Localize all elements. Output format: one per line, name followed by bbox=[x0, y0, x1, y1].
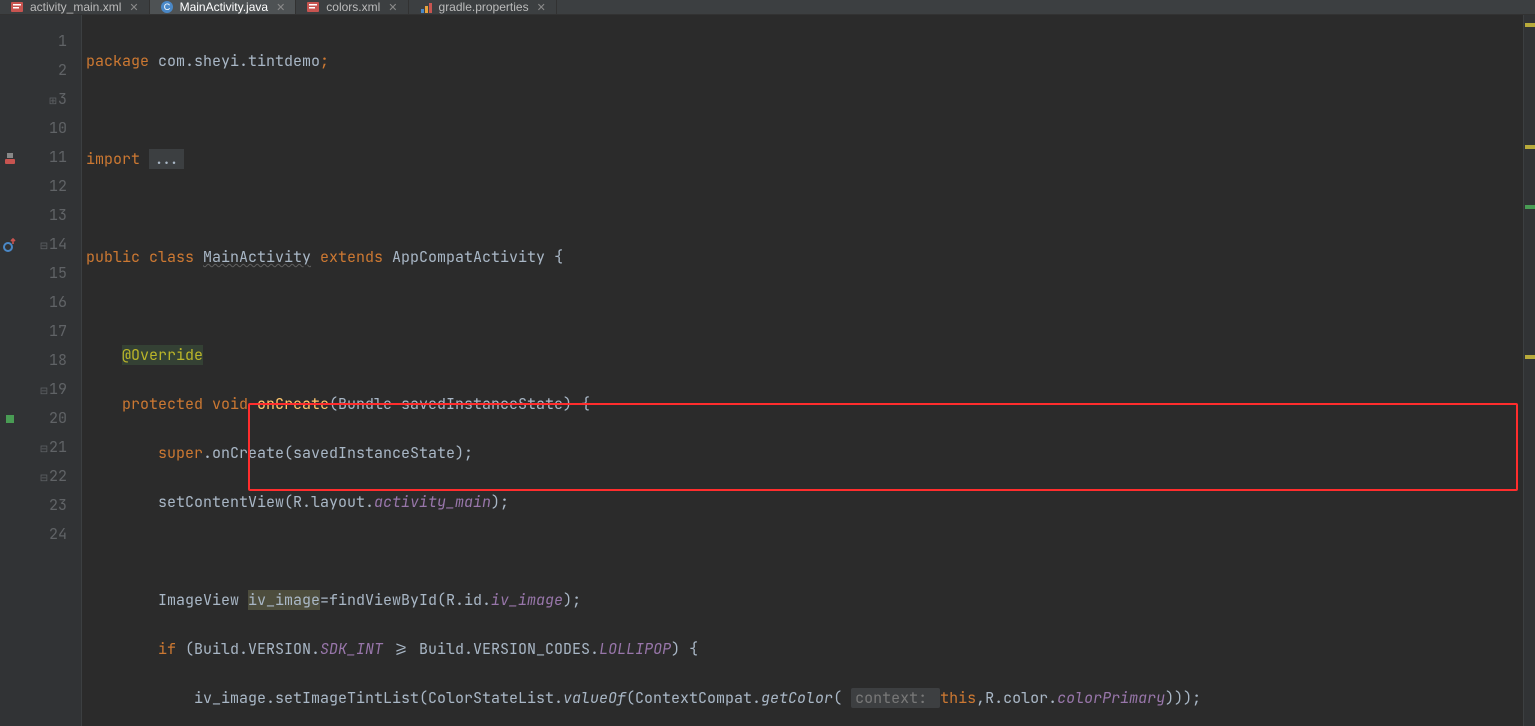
line-number: 20 bbox=[20, 404, 81, 433]
code-area[interactable]: package com.sheyi.tintdemo; import ... p… bbox=[82, 15, 1523, 726]
ide-window: activity_main.xml ✕ C MainActivity.java … bbox=[0, 0, 1535, 726]
fold-expand-icon[interactable]: ⊞ bbox=[48, 86, 58, 115]
close-icon[interactable]: ✕ bbox=[129, 1, 138, 14]
implements-icon[interactable] bbox=[0, 143, 20, 172]
line-number: ⊟21 bbox=[20, 433, 81, 462]
line-number: 10 bbox=[20, 114, 81, 143]
close-icon[interactable]: ✕ bbox=[388, 1, 397, 14]
xml-file-icon bbox=[10, 0, 24, 14]
close-icon[interactable]: ✕ bbox=[537, 1, 546, 14]
warning-marker[interactable] bbox=[1525, 355, 1535, 359]
code-line: setContentView(R.layout.activity_main); bbox=[86, 488, 1523, 517]
code-line: @Override bbox=[86, 341, 1523, 370]
warning-marker[interactable] bbox=[1525, 145, 1535, 149]
line-number: 12 bbox=[20, 172, 81, 201]
fold-end-icon[interactable]: ⊟ bbox=[39, 463, 49, 492]
tab-label: colors.xml bbox=[326, 0, 380, 14]
line-number: 23 bbox=[20, 491, 81, 520]
overview-ruler[interactable] bbox=[1523, 15, 1535, 726]
code-line: package com.sheyi.tintdemo; bbox=[86, 47, 1523, 76]
code-line: import ... bbox=[86, 145, 1523, 174]
line-number: 2 bbox=[20, 56, 81, 85]
line-number: 1 bbox=[20, 27, 81, 56]
line-number: 16 bbox=[20, 288, 81, 317]
inlay-hint: context: bbox=[851, 688, 940, 708]
gutter-glyphs bbox=[0, 15, 20, 726]
code-line: iv_image.setImageTintList(ColorStateList… bbox=[86, 684, 1523, 713]
code-line: protected void onCreate(Bundle savedInst… bbox=[86, 390, 1523, 419]
breakpoint-marker[interactable] bbox=[0, 404, 20, 433]
fold-collapse-icon[interactable]: ⊟ bbox=[39, 376, 49, 405]
code-line: super.onCreate(savedInstanceState); bbox=[86, 439, 1523, 468]
code-line: if (Build.VERSION.SDK_INT >= Build.VERSI… bbox=[86, 635, 1523, 664]
line-number: 17 bbox=[20, 317, 81, 346]
line-number: ⊟14 bbox=[20, 230, 81, 259]
line-number: 15 bbox=[20, 259, 81, 288]
code-line: public class MainActivity extends AppCom… bbox=[86, 243, 1523, 272]
code-line bbox=[86, 194, 1523, 223]
line-number: ⊟19 bbox=[20, 375, 81, 404]
line-number: 24 bbox=[20, 520, 81, 549]
tab-activity-main-xml[interactable]: activity_main.xml ✕ bbox=[0, 0, 150, 14]
java-class-icon: C bbox=[160, 0, 174, 14]
line-number: 13 bbox=[20, 201, 81, 230]
override-up-icon[interactable] bbox=[0, 230, 20, 259]
code-line bbox=[86, 96, 1523, 125]
close-icon[interactable]: ✕ bbox=[276, 1, 285, 14]
code-line: ImageView iv_image=findViewById(R.id.iv_… bbox=[86, 586, 1523, 615]
code-line bbox=[86, 537, 1523, 566]
tab-label: MainActivity.java bbox=[180, 0, 268, 14]
tab-main-activity-java[interactable]: C MainActivity.java ✕ bbox=[150, 0, 297, 14]
line-number-gutter[interactable]: 1 2 ⊞3 10 11 12 13 ⊟14 15 16 17 18 ⊟19 2… bbox=[20, 15, 82, 726]
line-number: ⊟22 bbox=[20, 462, 81, 491]
line-number: 11 bbox=[20, 143, 81, 172]
svg-text:C: C bbox=[163, 2, 170, 12]
ok-marker[interactable] bbox=[1525, 205, 1535, 209]
code-editor[interactable]: 1 2 ⊞3 10 11 12 13 ⊟14 15 16 17 18 ⊟19 2… bbox=[0, 15, 1535, 726]
tab-label: activity_main.xml bbox=[30, 0, 121, 14]
tab-label: gradle.properties bbox=[439, 0, 529, 14]
line-number: 18 bbox=[20, 346, 81, 375]
fold-end-icon[interactable]: ⊟ bbox=[39, 434, 49, 463]
gradle-file-icon bbox=[419, 0, 433, 14]
editor-tab-bar: activity_main.xml ✕ C MainActivity.java … bbox=[0, 0, 1535, 15]
line-number: ⊞3 bbox=[20, 85, 81, 114]
xml-file-icon bbox=[306, 0, 320, 14]
warning-marker[interactable] bbox=[1525, 23, 1535, 27]
tab-colors-xml[interactable]: colors.xml ✕ bbox=[296, 0, 408, 14]
fold-collapse-icon[interactable]: ⊟ bbox=[39, 231, 49, 260]
tab-gradle-properties[interactable]: gradle.properties ✕ bbox=[409, 0, 557, 14]
code-line bbox=[86, 292, 1523, 321]
